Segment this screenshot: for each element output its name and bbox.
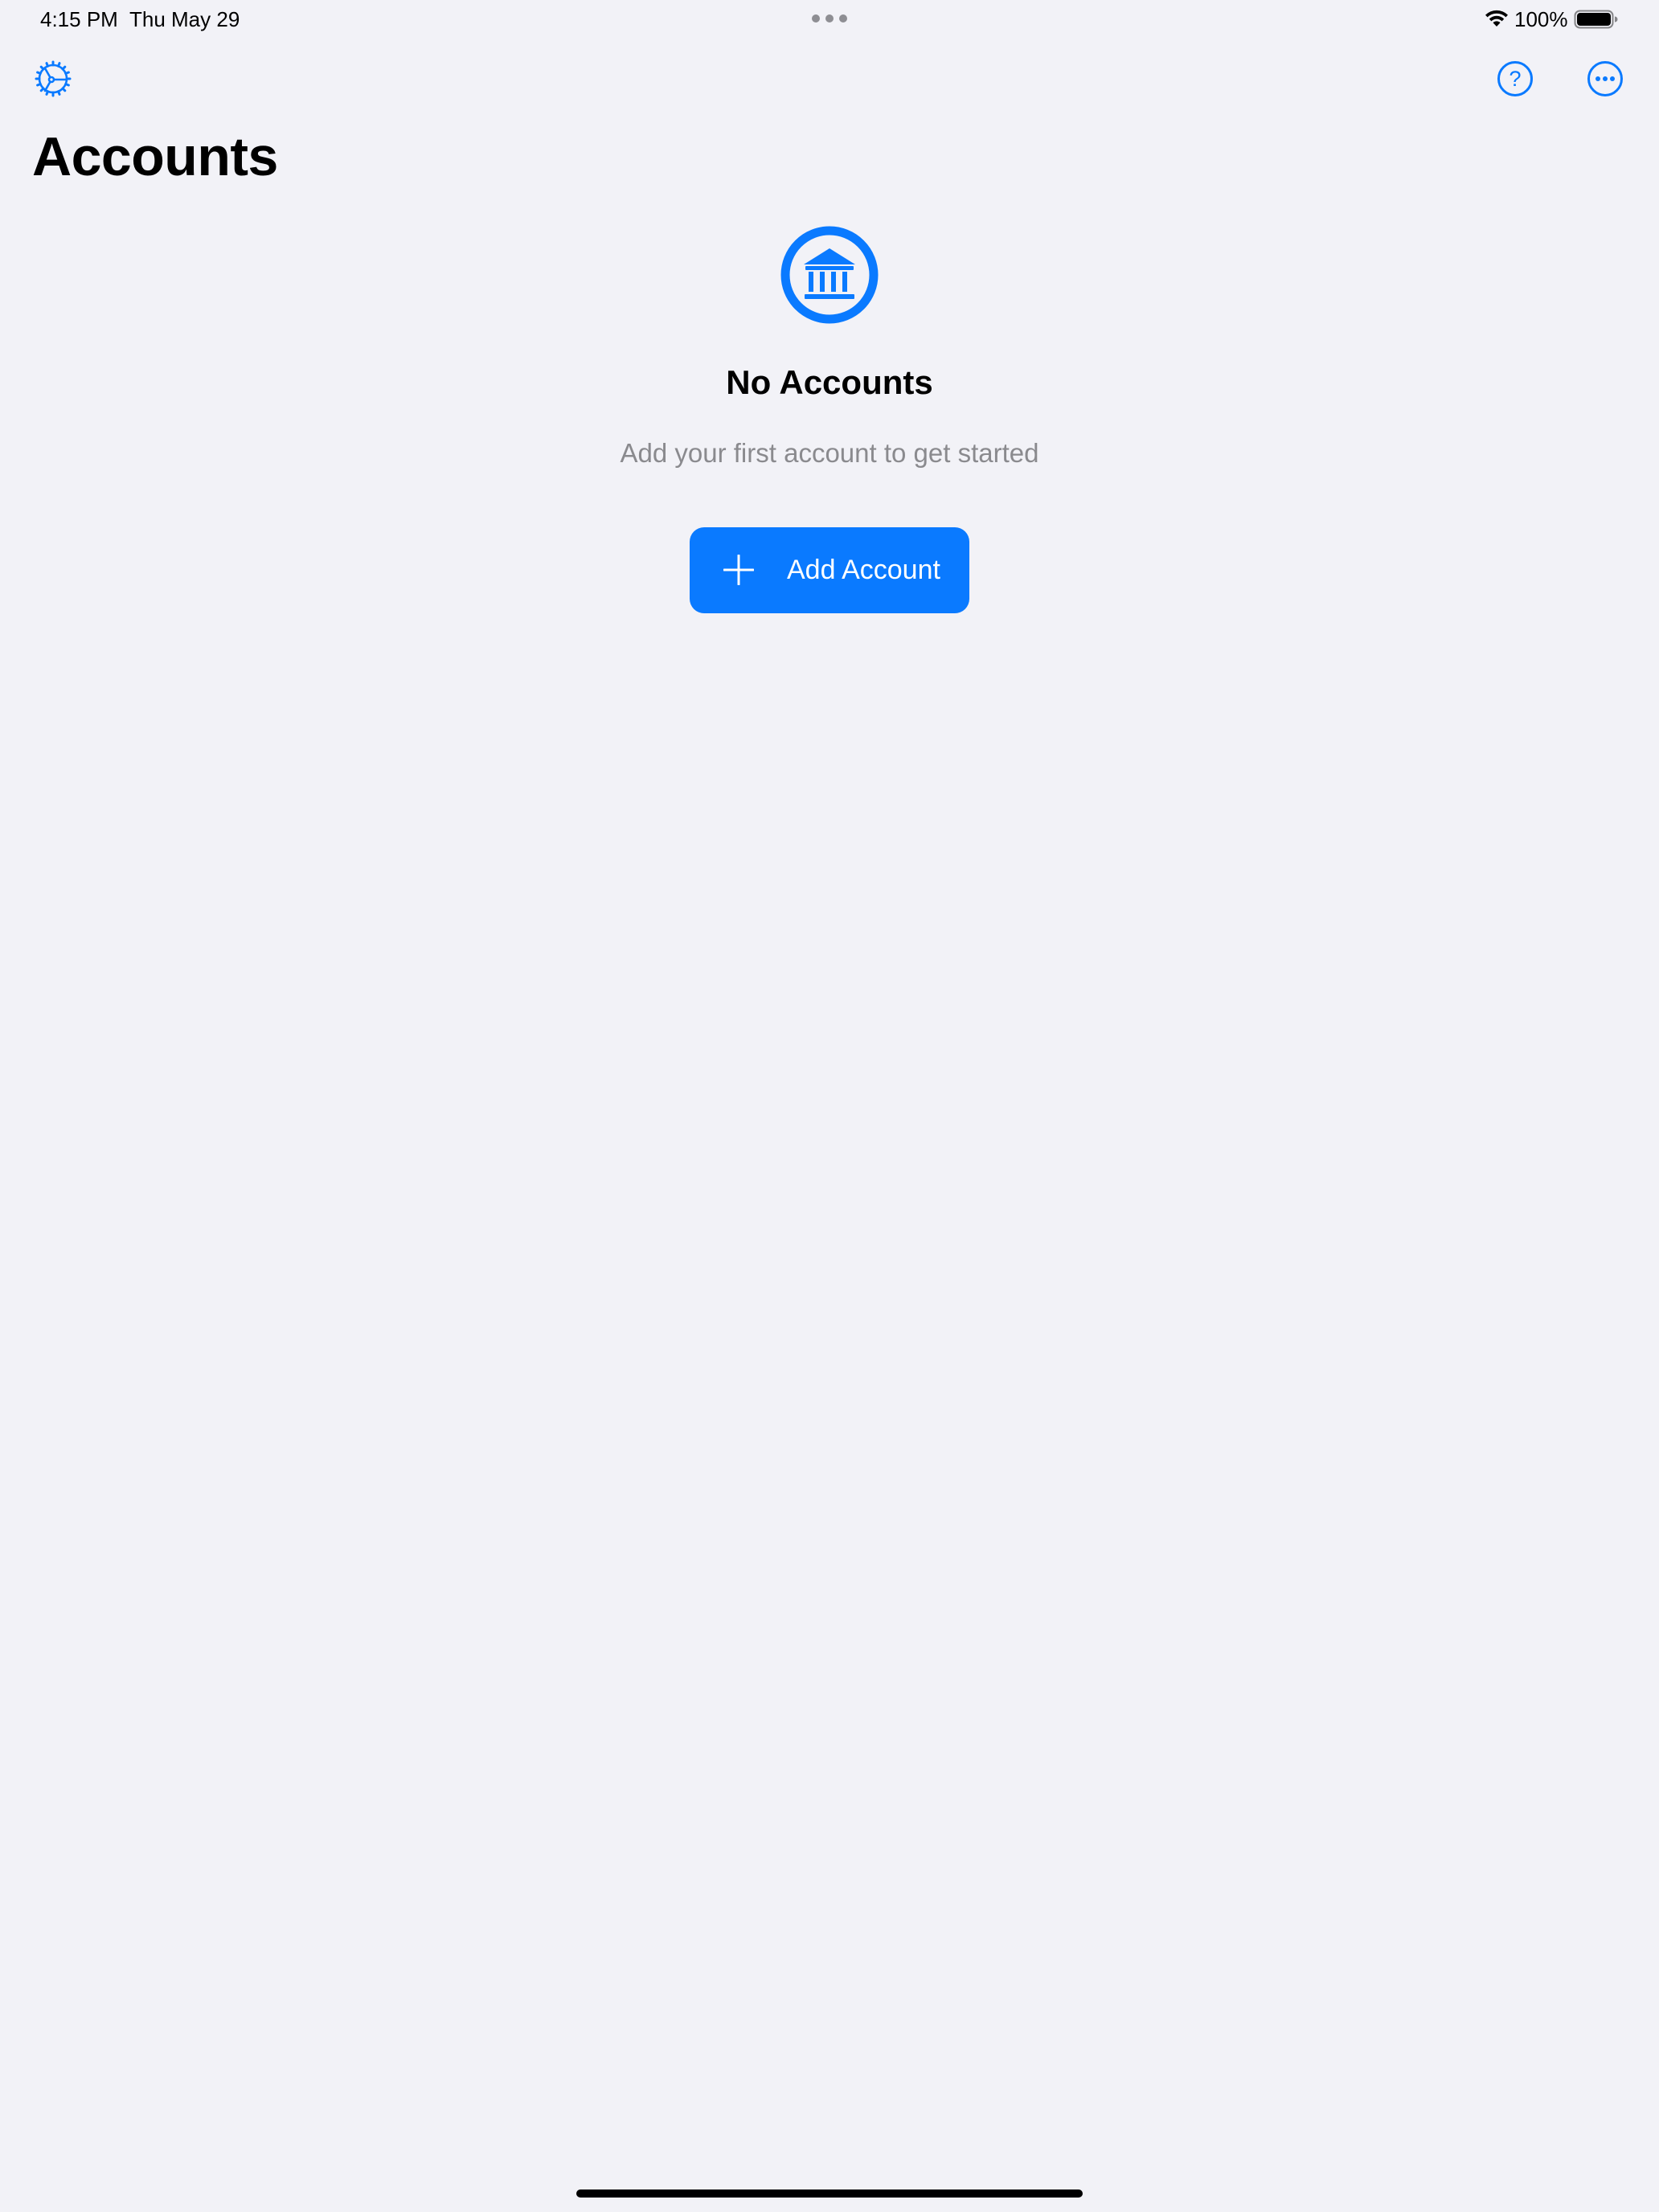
svg-text:?: ? (1509, 67, 1521, 91)
battery-icon (1574, 10, 1618, 29)
status-date: Thu May 29 (129, 7, 240, 31)
bank-icon (780, 226, 879, 324)
plus-icon (723, 555, 754, 585)
more-button[interactable] (1583, 56, 1628, 101)
home-indicator[interactable] (576, 2189, 1083, 2198)
wifi-icon (1485, 10, 1508, 27)
more-icon (1587, 61, 1623, 96)
add-account-label: Add Account (787, 555, 940, 585)
settings-gear-icon (35, 60, 72, 97)
help-icon: ? (1497, 61, 1533, 96)
help-button[interactable]: ? (1493, 56, 1538, 101)
add-account-button[interactable]: Add Account (690, 527, 969, 613)
settings-button[interactable] (31, 56, 76, 101)
empty-state-title: No Accounts (726, 363, 933, 401)
multitasking-dots-icon[interactable] (812, 14, 847, 23)
screen: 4:15 PM Thu May 29 100% ? Accounts No Ac… (0, 0, 1659, 2212)
empty-state-subtitle: Add your first account to get started (620, 438, 1039, 468)
page-title: Accounts (32, 126, 278, 187)
status-time: 4:15 PM (40, 7, 118, 31)
battery-percentage: 100% (1514, 7, 1568, 31)
